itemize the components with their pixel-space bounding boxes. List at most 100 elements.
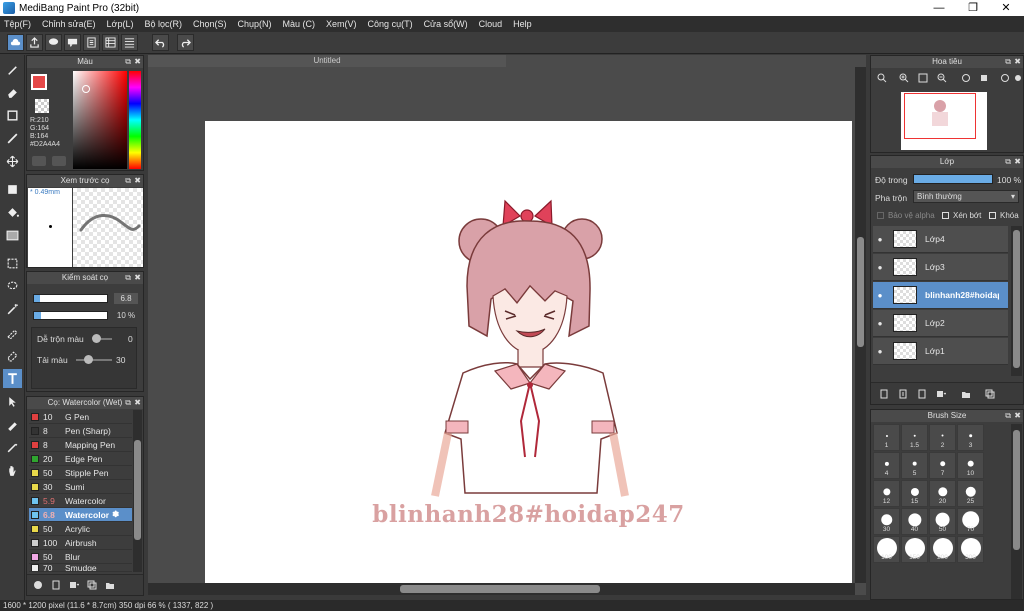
brush-size-preset[interactable]: 300 xyxy=(957,536,984,563)
line-tool-icon[interactable] xyxy=(3,129,22,148)
blend-slider-knob[interactable] xyxy=(92,334,101,343)
detach-icon[interactable]: ⧉ xyxy=(1005,410,1011,422)
page-icon[interactable] xyxy=(83,34,100,51)
brush-menu-icon[interactable] xyxy=(67,579,80,591)
eraser-tool-icon[interactable] xyxy=(3,83,22,102)
close-icon[interactable]: ✖ xyxy=(134,175,141,187)
grid-icon[interactable] xyxy=(102,34,119,51)
zoom-in-icon[interactable] xyxy=(875,72,888,84)
export-icon[interactable] xyxy=(26,34,43,51)
menu-view[interactable]: Xem(V) xyxy=(326,19,357,29)
layer-scrollbar[interactable] xyxy=(1011,226,1022,376)
bucket-tool-icon[interactable] xyxy=(3,203,22,222)
visibility-eye-icon[interactable]: ● xyxy=(873,263,887,272)
visibility-eye-icon[interactable]: ● xyxy=(873,319,887,328)
lock-checkbox[interactable] xyxy=(989,212,996,219)
brush-item[interactable]: 50 Stipple Pen xyxy=(29,466,132,480)
clipping-checkbox[interactable] xyxy=(942,212,949,219)
reload-slider[interactable] xyxy=(76,355,112,364)
brush-size-preset[interactable]: 2 xyxy=(929,424,956,451)
brush-size-preset[interactable]: 70 xyxy=(957,508,984,535)
brush-size-preset[interactable]: 12 xyxy=(873,480,900,507)
eyedropper-tool-icon[interactable] xyxy=(3,415,22,434)
layer-row[interactable]: ● Lớp2 xyxy=(873,310,1008,337)
layer-row-selected[interactable]: ● blinhanh28#hoidap247 xyxy=(873,282,1008,309)
brush-size-preset[interactable]: 50 xyxy=(929,508,956,535)
close-icon[interactable]: ✖ xyxy=(1014,56,1021,68)
navigator-thumbnail[interactable] xyxy=(901,92,987,150)
layer-row[interactable]: ● Lớp3 xyxy=(873,254,1008,281)
brush-size-preset[interactable]: 20 xyxy=(929,480,956,507)
rotate-right-icon[interactable] xyxy=(998,72,1011,84)
brush-size-preset[interactable]: 15 xyxy=(901,480,928,507)
redo-icon[interactable] xyxy=(177,34,194,51)
detach-icon[interactable]: ⧉ xyxy=(125,397,131,409)
select-tool-icon[interactable] xyxy=(3,254,22,273)
magic-wand-tool-icon[interactable] xyxy=(3,300,22,319)
brush-opacity-slider[interactable] xyxy=(33,311,108,320)
new-brush-icon[interactable] xyxy=(49,579,62,591)
brush-size-preset[interactable]: 7 xyxy=(929,452,956,479)
brush-item[interactable]: 8 Pen (Sharp) xyxy=(29,424,132,438)
brush-size-preset[interactable]: 4 xyxy=(873,452,900,479)
brush-size-preset[interactable]: 10 xyxy=(957,452,984,479)
settings-icon[interactable]: ✽ xyxy=(112,509,119,520)
brush-size-preset[interactable]: 5 xyxy=(901,452,928,479)
gradient-tool-icon[interactable] xyxy=(3,226,22,245)
visibility-eye-icon[interactable]: ● xyxy=(873,235,887,244)
brush-size-slider[interactable] xyxy=(33,294,108,303)
detach-icon[interactable]: ⧉ xyxy=(125,56,131,68)
copy-brush-icon[interactable] xyxy=(85,579,98,591)
add-brush-icon[interactable] xyxy=(31,579,44,591)
layer-row[interactable]: ● Lớp4 xyxy=(873,226,1008,253)
brush-size-value[interactable]: 6.8 xyxy=(114,293,138,304)
reset-view-icon[interactable] xyxy=(1011,72,1024,84)
lasso-tool-icon[interactable] xyxy=(3,277,22,296)
speech-icon[interactable] xyxy=(64,34,81,51)
maximize-button[interactable]: ❐ xyxy=(957,0,989,16)
detach-icon[interactable]: ⧉ xyxy=(125,272,131,284)
menu-edit[interactable]: Chỉnh sửa(E) xyxy=(42,19,96,29)
brush-size-scrollbar[interactable] xyxy=(1011,424,1022,599)
list-icon[interactable] xyxy=(121,34,138,51)
fill-rect-tool-icon[interactable] xyxy=(3,180,22,199)
brush-item[interactable]: 100 Airbrush xyxy=(29,536,132,550)
menu-file[interactable]: Tệp(F) xyxy=(4,19,31,29)
brush-item[interactable]: 8 Mapping Pen xyxy=(29,438,132,452)
menu-layer[interactable]: Lớp(L) xyxy=(107,19,134,29)
palette-icon[interactable] xyxy=(32,156,46,166)
blend-slider[interactable] xyxy=(92,334,112,343)
hue-slider[interactable] xyxy=(129,71,141,169)
menu-select[interactable]: Chọn(S) xyxy=(193,19,227,29)
swap-color-icon[interactable] xyxy=(52,156,66,166)
new-halftone-layer-icon[interactable] xyxy=(896,388,909,400)
foreground-color-swatch[interactable] xyxy=(31,74,47,90)
color-picker-cursor[interactable] xyxy=(82,85,90,93)
brush-size-preset[interactable]: 25 xyxy=(957,480,984,507)
brush-size-preset[interactable]: 1.5 xyxy=(901,424,928,451)
duplicate-layer-icon[interactable] xyxy=(983,388,996,400)
rotate-left-icon[interactable] xyxy=(959,72,972,84)
close-icon[interactable]: ✖ xyxy=(1014,410,1021,422)
brush-size-preset[interactable]: 1 xyxy=(873,424,900,451)
pen-tool-icon[interactable] xyxy=(3,438,22,457)
layer-folder-icon[interactable] xyxy=(959,388,972,400)
zoom-out-icon[interactable] xyxy=(935,72,948,84)
new-layer-icon[interactable] xyxy=(877,388,890,400)
minimize-button[interactable]: — xyxy=(923,0,955,16)
scroll-thumb[interactable] xyxy=(857,237,864,347)
layer-opacity-slider[interactable] xyxy=(913,174,993,184)
brush-size-preset[interactable]: 200 xyxy=(929,536,956,563)
brush-item[interactable]: 70 Smudge xyxy=(29,564,132,572)
rectangle-tool-icon[interactable] xyxy=(3,106,22,125)
brush-folder-icon[interactable] xyxy=(103,579,116,591)
close-icon[interactable]: ✖ xyxy=(134,56,141,68)
cloud-icon[interactable] xyxy=(7,34,24,51)
detach-icon[interactable]: ⧉ xyxy=(125,175,131,187)
brush-size-preset[interactable]: 150 xyxy=(901,536,928,563)
detach-icon[interactable]: ⧉ xyxy=(1005,56,1011,68)
brush-item[interactable]: 50 Blur xyxy=(29,550,132,564)
brush-list-scrollbar[interactable] xyxy=(133,410,142,572)
hand-tool-icon[interactable] xyxy=(3,461,22,480)
move-tool-icon[interactable] xyxy=(3,152,22,171)
